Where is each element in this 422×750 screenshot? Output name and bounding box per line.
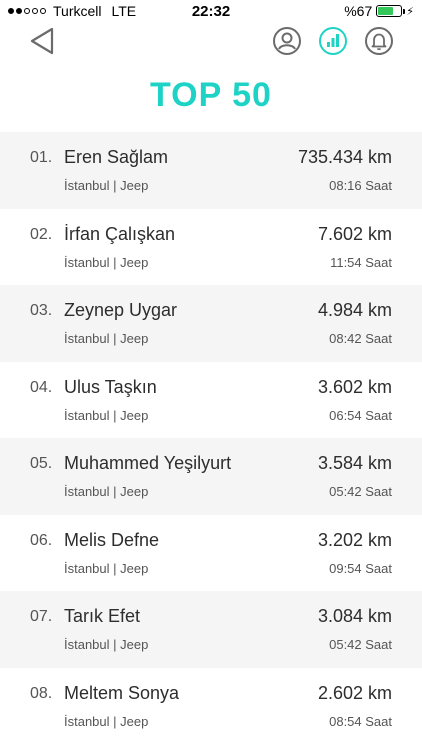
driver-name: Ulus Taşkın — [64, 376, 157, 397]
status-bar: Turkcell LTE 22:32 %67 ⚡ — [0, 0, 422, 24]
distance-value: 3.584 km — [317, 453, 392, 473]
city-vehicle: İstanbul | Jeep — [64, 407, 149, 423]
distance-value: 3.202 km — [317, 529, 392, 550]
driver-name: Meltem Sonya — [64, 682, 180, 703]
duration-value: 09:54 Saat — [329, 560, 392, 576]
distance-value: 3.602 km — [317, 376, 392, 397]
nav-icons — [272, 26, 394, 56]
driver-name: Muhammed Yeşilyurt — [64, 453, 232, 473]
list-item[interactable]: 03. Zeynep Uygar İstanbul | Jeep 4.984 k… — [0, 285, 422, 362]
list-item[interactable]: 08. Meltem Sonya İstanbul | Jeep 2.602 k… — [0, 668, 422, 745]
duration-value: 08:42 Saat — [329, 331, 392, 346]
driver-name: Tarık Efet — [64, 606, 141, 626]
rank-number: 03. — [30, 302, 53, 319]
leaderboard-button[interactable] — [318, 26, 348, 56]
rank-number: 02. — [30, 225, 53, 243]
driver-name: Melis Defne — [64, 529, 160, 550]
driver-name: Zeynep Uygar — [64, 300, 178, 320]
profile-icon — [273, 27, 301, 55]
city-vehicle: İstanbul | Jeep — [64, 331, 149, 346]
notifications-button[interactable] — [364, 26, 394, 56]
duration-value: 05:42 Saat — [329, 637, 392, 652]
distance-value: 4.984 km — [317, 300, 392, 320]
duration-value: 11:54 Saat — [330, 254, 392, 270]
list-item[interactable]: 07. Tarık Efet İstanbul | Jeep 3.084 km … — [0, 591, 422, 668]
distance-value: 735.434 km — [297, 147, 392, 167]
city-vehicle: İstanbul | Jeep — [64, 484, 149, 499]
driver-name: İrfan Çalışkan — [64, 223, 176, 244]
battery-percent: %67 — [344, 3, 373, 19]
rank-number: 06. — [30, 531, 53, 549]
list-item[interactable]: 01. Eren Sağlam İstanbul | Jeep 735.434 … — [0, 132, 422, 209]
distance-value: 2.602 km — [317, 682, 392, 703]
duration-value: 08:54 Saat — [329, 713, 392, 729]
status-right: %67 ⚡ — [344, 3, 414, 19]
rank-number: 08. — [30, 684, 53, 702]
distance-value: 3.084 km — [317, 606, 392, 626]
driver-name: Eren Sağlam — [64, 147, 169, 167]
rank-number: 05. — [30, 455, 53, 472]
city-vehicle: İstanbul | Jeep — [64, 560, 149, 576]
back-button[interactable] — [28, 26, 58, 56]
list-item[interactable]: 05. Muhammed Yeşilyurt İstanbul | Jeep 3… — [0, 438, 422, 515]
battery-icon — [376, 5, 406, 17]
distance-value: 7.602 km — [317, 223, 392, 244]
duration-value: 05:42 Saat — [329, 484, 392, 499]
rank-number: 04. — [30, 378, 53, 396]
charging-bolt-icon: ⚡ — [406, 5, 414, 18]
bell-icon — [365, 27, 393, 55]
leaderboard-list: 01. Eren Sağlam İstanbul | Jeep 735.434 … — [0, 132, 422, 744]
list-item[interactable]: 06. Melis Defne İstanbul | Jeep 3.202 km… — [0, 515, 422, 592]
leaderboard-icon — [319, 27, 347, 55]
list-item[interactable]: 04. Ulus Taşkın İstanbul | Jeep 3.602 km… — [0, 362, 422, 439]
list-item[interactable]: 02. İrfan Çalışkan İstanbul | Jeep 7.602… — [0, 209, 422, 286]
duration-value: 08:16 Saat — [329, 178, 392, 193]
rank-number: 07. — [30, 608, 53, 625]
duration-value: 06:54 Saat — [329, 407, 392, 423]
city-vehicle: İstanbul | Jeep — [64, 178, 149, 193]
back-triangle-icon — [30, 27, 54, 55]
city-vehicle: İstanbul | Jeep — [64, 713, 149, 729]
rank-number: 01. — [30, 149, 53, 166]
profile-button[interactable] — [272, 26, 302, 56]
page-title: TOP 50 — [150, 76, 272, 114]
city-vehicle: İstanbul | Jeep — [64, 637, 149, 652]
city-vehicle: İstanbul | Jeep — [64, 254, 149, 270]
